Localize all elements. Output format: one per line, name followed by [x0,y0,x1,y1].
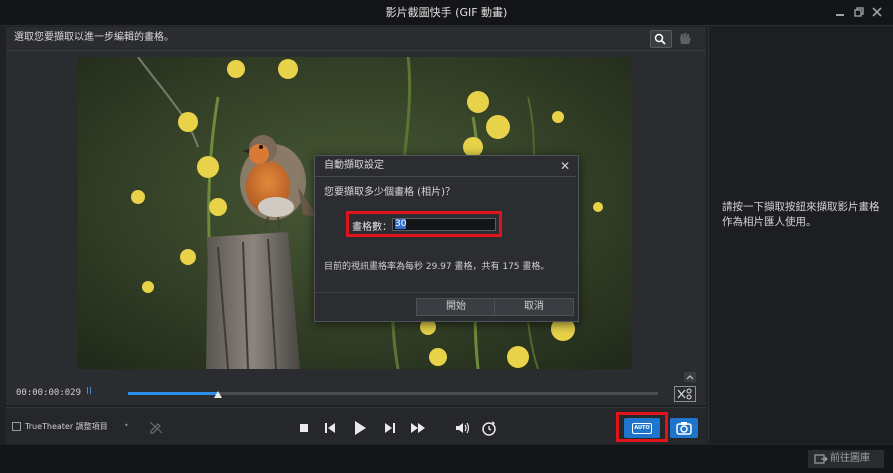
start-button[interactable]: 開始 [416,298,496,316]
gallery-label: 前往圖庫 [830,453,870,464]
minimize-icon[interactable] [833,5,847,19]
next-frame-icon[interactable] [380,418,400,438]
cancel-button[interactable]: 取消 [494,298,574,316]
auto-capture-button[interactable]: AUTO [624,418,660,438]
collapse-icon[interactable] [684,372,696,382]
fast-forward-icon[interactable] [408,418,428,438]
camera-capture-icon[interactable] [670,418,698,438]
divider [6,50,706,51]
volume-icon[interactable] [453,418,473,438]
auto-capture-dialog [314,155,579,322]
frames-count-value: 30 [395,219,407,229]
timecode: 00:00:00:029 [16,388,82,398]
play-icon[interactable] [349,418,369,438]
edit-pen-icon[interactable] [148,420,164,434]
frames-count-input[interactable]: 30 [392,218,496,231]
truetheater-options-dot: • [124,421,129,430]
dialog-question: 您要擷取多少個畫格 (相片)？ [324,187,455,198]
export-icon [814,454,828,464]
dialog-close-icon[interactable]: ✕ [558,158,572,174]
instruction-text: 選取您要擷取以進一步編輯的畫格。 [14,32,174,43]
right-panel [708,27,893,443]
hand-pan-icon[interactable] [676,30,694,46]
dialog-title: 自動擷取設定 [324,160,384,171]
truetheater-label: TrueTheater 調整項目 [25,422,108,431]
frames-label: 畫格數： [352,222,392,233]
capture-hint-text: 請按一下擷取按鈕來擷取影片畫格作為相片匯人使用。 [722,201,880,228]
pause-marker: II [86,386,92,397]
close-icon[interactable] [870,5,884,19]
auto-label: AUTO [632,423,652,434]
timeline-slider-thumb[interactable] [214,391,222,398]
go-to-gallery-button[interactable]: 前往圖庫 [808,450,884,468]
window-title: 影片截圖快手 (GIF 動畫) [385,6,508,19]
dialog-divider [315,176,576,177]
previous-frame-icon[interactable] [320,418,340,438]
frame-rate-info: 目前的視訊畫格率為每秒 29.97 畫格，共有 175 畫格。 [324,262,550,272]
timeline-progress [128,392,218,395]
truetheater-checkbox[interactable] [12,422,21,431]
restore-icon[interactable] [852,5,866,19]
dialog-divider [315,292,576,293]
stop-icon[interactable] [294,418,314,438]
trim-scissors-icon[interactable] [674,386,696,402]
zoom-search-icon[interactable] [650,30,672,48]
timer-icon[interactable] [479,418,499,438]
status-bar [0,445,893,473]
